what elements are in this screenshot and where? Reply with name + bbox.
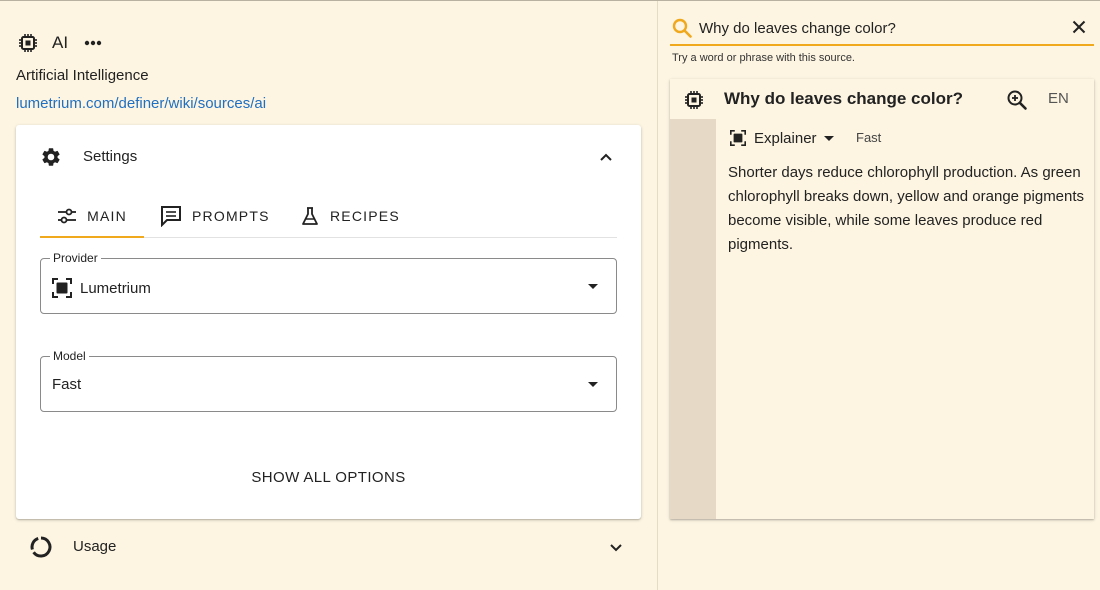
caret-down-icon (588, 284, 598, 289)
provider-value-wrap: Lumetrium (52, 278, 151, 298)
result-sidebar (670, 119, 716, 519)
result-question: Why do leaves change color? (724, 89, 964, 108)
caret-down-icon (823, 135, 834, 141)
mode-dropdown[interactable]: Explainer (730, 128, 834, 148)
search-icon (672, 18, 692, 38)
settings-tabs: MAIN PROMPTS RECIPES (40, 195, 617, 238)
chip-icon (18, 33, 38, 53)
mode-label: Explainer (754, 129, 817, 147)
provider-value: Lumetrium (80, 279, 151, 297)
app-root: AI Artificial Intelligence lumetrium.com… (0, 0, 1100, 590)
result-card: Why do leaves change color? EN Explainer… (670, 79, 1094, 519)
tab-main-label: MAIN (87, 208, 127, 224)
result-header: Why do leaves change color? EN (670, 79, 1094, 119)
tab-recipes-label: RECIPES (330, 208, 400, 224)
chevron-up-icon[interactable] (598, 149, 614, 165)
usage-label: Usage (73, 538, 117, 555)
provider-legend: Provider (50, 251, 101, 265)
answer-text: Shorter days reduce chlorophyll producti… (728, 164, 1085, 253)
sliders-icon (58, 208, 77, 224)
gear-icon (40, 146, 62, 168)
settings-card: Settings MAIN PROMPTS RECIPES Provider L… (16, 125, 641, 519)
search-input[interactable] (699, 16, 1059, 40)
lumetrium-logo-icon (52, 278, 72, 298)
source-settings-panel: AI Artificial Intelligence lumetrium.com… (0, 1, 658, 590)
tab-recipes[interactable]: RECIPES (300, 195, 400, 237)
source-title: AI (52, 33, 69, 52)
show-all-options-button[interactable]: SHOW ALL OPTIONS (16, 469, 641, 486)
settings-label: Settings (83, 148, 138, 165)
close-icon[interactable] (1071, 19, 1087, 35)
source-wiki-link[interactable]: lumetrium.com/definer/wiki/sources/ai (16, 95, 266, 112)
zoom-in-icon[interactable] (1006, 89, 1028, 111)
settings-header[interactable]: Settings (16, 125, 641, 187)
chip-icon (684, 90, 704, 110)
chevron-down-icon[interactable] (608, 540, 624, 556)
tab-prompts[interactable]: PROMPTS (160, 195, 270, 237)
model-legend: Model (50, 349, 89, 363)
source-header: AI (18, 31, 104, 55)
source-subtitle: Artificial Intelligence (16, 67, 149, 84)
chat-icon (161, 206, 181, 227)
tab-prompts-label: PROMPTS (192, 208, 270, 224)
model-value: Fast (52, 376, 82, 393)
model-speed-label: Fast (856, 130, 882, 145)
usage-ring-icon (30, 536, 52, 558)
lumetrium-logo-icon (730, 130, 746, 146)
model-select[interactable]: Model Fast (40, 349, 617, 412)
language-toggle[interactable]: EN (1048, 90, 1069, 107)
search-hint: Try a word or phrase with this source. (672, 52, 855, 64)
flask-icon (302, 207, 318, 225)
more-options-icon[interactable] (82, 33, 104, 53)
caret-down-icon (588, 382, 598, 387)
preview-panel: Try a word or phrase with this source. (659, 1, 1100, 590)
usage-section-header[interactable]: Usage (16, 531, 641, 563)
tab-main[interactable]: MAIN (40, 195, 144, 238)
provider-select[interactable]: Provider Lumetrium (40, 251, 617, 314)
search-bar (670, 13, 1094, 46)
result-body: Explainer Fast Shorter days reduce chlor… (716, 119, 1094, 519)
